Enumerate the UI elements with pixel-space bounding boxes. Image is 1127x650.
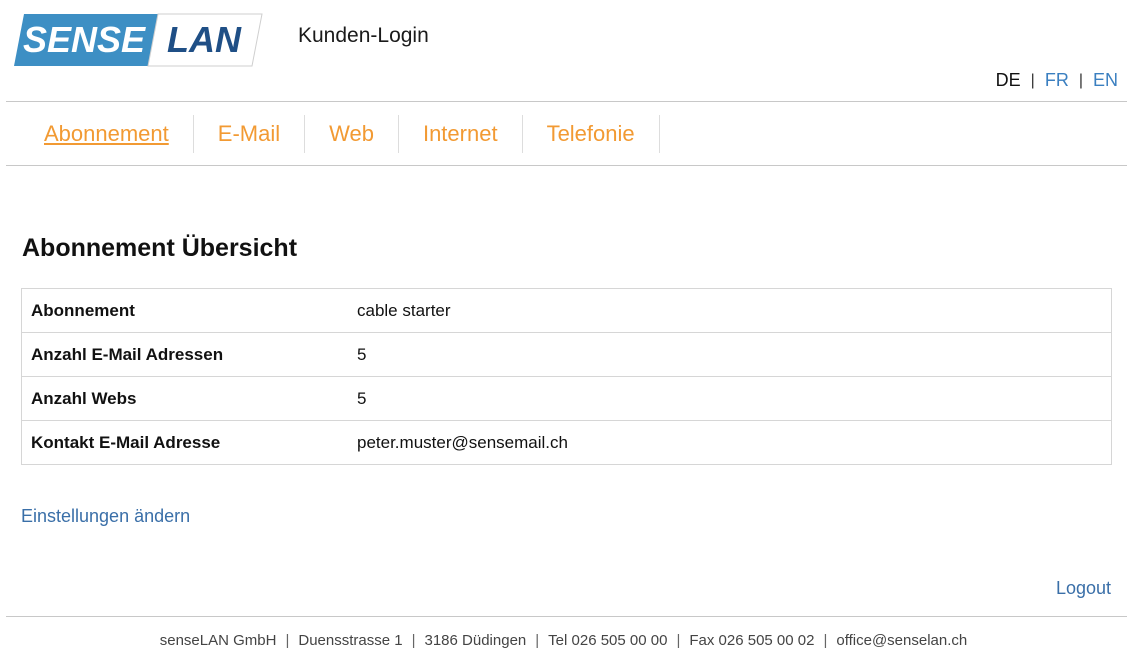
footer-city: 3186 Düdingen [424,632,527,649]
footer-separator: | [535,632,540,649]
lang-en[interactable]: EN [1093,70,1118,91]
page-heading: Abonnement Übersicht [22,234,298,262]
footer-company: senseLAN GmbH [159,632,277,649]
footer-divider [6,616,1127,617]
lang-fr[interactable]: FR [1045,70,1069,91]
subscription-table: Abonnement cable starter Anzahl E-Mail A… [21,288,1112,465]
row-value: 5 [348,332,1112,377]
footer-separator: | [411,632,416,649]
nav-telefonie[interactable]: Telefonie [523,115,660,153]
footer-fax: Fax 026 505 00 02 [689,632,815,649]
footer-street: Duensstrasse 1 [298,632,403,649]
footer-separator: | [676,632,681,649]
row-label: Kontakt E-Mail Adresse [21,420,348,465]
row-value: cable starter [357,300,451,320]
nav-divider [6,165,1127,166]
row-value: peter.muster@sensemail.ch [348,420,1112,465]
lang-separator: | [1078,71,1083,89]
row-label: Anzahl E-Mail Adressen [21,332,348,377]
site-title: Kunden-Login [298,24,429,47]
footer: senseLAN GmbH | Duensstrasse 1 | 3186 Düding… [0,632,1127,649]
row-label: Abonnement [31,300,135,320]
logout-link[interactable]: Logout [1056,578,1111,599]
header-divider [6,101,1127,102]
footer-tel: Tel 026 505 00 00 [548,632,668,649]
table-row: Anzahl Webs 5 [21,376,1112,421]
nav-email[interactable]: E-Mail [194,115,306,153]
language-switcher: DE | FR | EN [996,70,1118,91]
footer-separator: | [823,632,828,649]
row-label: Anzahl Webs [21,376,348,421]
senselan-logo[interactable]: SENSE LAN [14,12,264,68]
logo-text-sense: SENSE [23,19,146,60]
main-nav: Abonnement E-Mail Web Internet Telefonie [20,115,660,153]
footer-separator: | [285,632,290,649]
nav-abonnement[interactable]: Abonnement [20,115,194,153]
nav-web[interactable]: Web [305,115,399,153]
lang-separator: | [1030,71,1035,89]
page: SENSE LAN Kunden-Login DE | FR | EN Abon… [0,0,1127,650]
lang-de[interactable]: DE [996,70,1021,91]
change-settings-link[interactable]: Einstellungen ändern [21,506,190,527]
table-row: Kontakt E-Mail Adresse peter.muster@sens… [21,420,1112,465]
row-value: 5 [348,376,1112,421]
nav-internet[interactable]: Internet [399,115,523,153]
logo-text-lan: LAN [167,19,242,60]
footer-email[interactable]: office@senselan.ch [836,632,967,649]
table-row: Anzahl E-Mail Adressen 5 [21,332,1112,377]
table-row: Abonnement cable starter [22,289,1112,333]
